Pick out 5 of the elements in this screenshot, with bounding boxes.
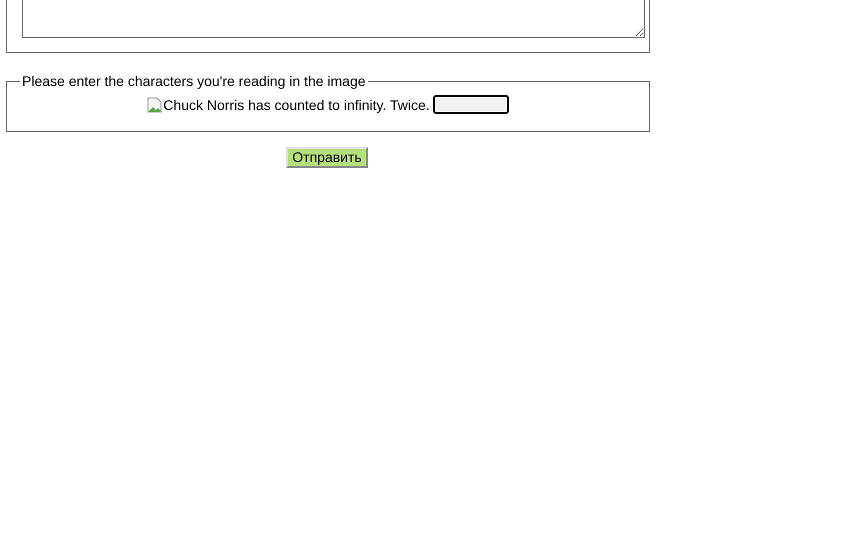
captcha-legend: Please enter the characters you're reading in the image <box>20 73 368 89</box>
captcha-input[interactable] <box>432 95 509 114</box>
broken-image-icon <box>147 96 164 112</box>
image-alt-text: Chuck Norris has counted to infinity. Twice. <box>163 96 430 112</box>
submit-button[interactable]: Отправить <box>286 147 368 168</box>
